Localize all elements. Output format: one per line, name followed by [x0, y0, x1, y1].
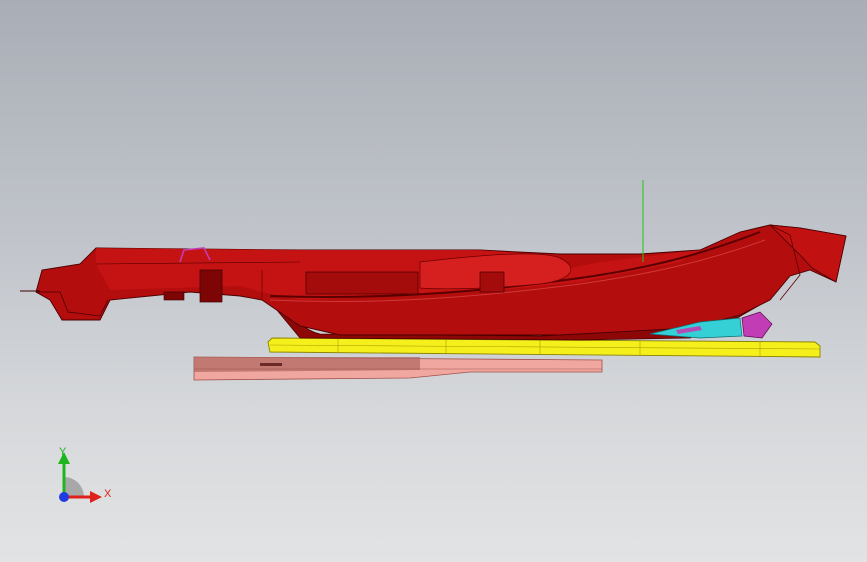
yellow-plate[interactable]	[267, 337, 821, 358]
x-axis-arrow-icon	[90, 491, 102, 503]
axis-triad: Y X	[58, 446, 112, 503]
y-axis-label: Y	[59, 446, 67, 458]
z-axis-dot-icon	[59, 492, 69, 502]
base-plate[interactable]	[193, 356, 603, 381]
x-axis-label: X	[104, 488, 112, 500]
cad-viewport[interactable]: Y X	[0, 0, 867, 562]
